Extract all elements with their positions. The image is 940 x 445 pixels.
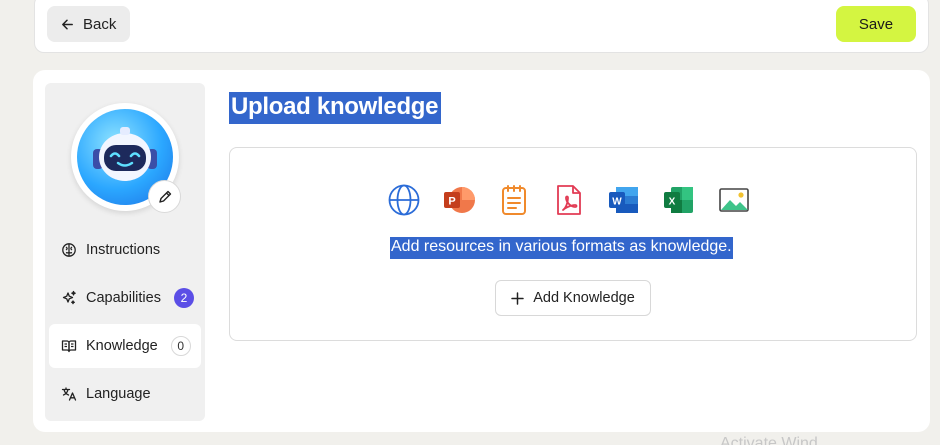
pdf-icon: [551, 182, 587, 218]
page-title: Upload knowledge: [229, 92, 442, 124]
top-bar: Back Save: [34, 0, 929, 53]
activate-windows-watermark: Activate Wind: [720, 435, 818, 445]
svg-text:W: W: [612, 197, 622, 208]
powerpoint-icon: P: [441, 182, 477, 218]
excel-icon: X: [661, 182, 697, 218]
back-label: Back: [83, 15, 117, 33]
add-knowledge-button[interactable]: Add Knowledge: [495, 280, 651, 316]
sidebar-item-language[interactable]: Language: [49, 372, 201, 416]
add-knowledge-label: Add Knowledge: [533, 290, 635, 306]
pencil-icon: [158, 190, 171, 203]
sidebar: Instructions Capabilities 2 Knowledge 0 …: [45, 83, 205, 421]
sidebar-item-label: Capabilities: [86, 290, 161, 306]
brain-icon: [62, 243, 76, 257]
translate-icon: [61, 387, 77, 401]
save-button[interactable]: Save: [836, 6, 916, 42]
arrow-left-icon: [62, 19, 73, 29]
plus-icon: [511, 291, 524, 305]
count-badge: 0: [170, 336, 191, 356]
sidebar-item-label: Language: [86, 386, 151, 402]
svg-text:P: P: [448, 196, 455, 208]
text-file-icon: [496, 182, 532, 218]
sidebar-item-instructions[interactable]: Instructions: [49, 228, 201, 272]
count-badge: 2: [173, 288, 194, 308]
word-icon: W: [606, 182, 642, 218]
sidebar-item-capabilities[interactable]: Capabilities 2: [49, 276, 201, 320]
sidebar-item-knowledge[interactable]: Knowledge 0: [49, 324, 201, 368]
main-card: Instructions Capabilities 2 Knowledge 0 …: [33, 70, 930, 432]
sidebar-item-label: Knowledge: [86, 338, 158, 354]
edit-avatar-button[interactable]: [148, 180, 181, 213]
sidebar-item-label: Instructions: [86, 242, 161, 258]
back-button[interactable]: Back: [47, 6, 130, 42]
upload-description: Add resources in various formats as know…: [390, 237, 733, 259]
image-icon: [716, 182, 752, 218]
book-icon: [61, 340, 77, 353]
sparkles-icon: [62, 290, 76, 305]
format-icons: P W X: [386, 182, 752, 218]
svg-text:X: X: [669, 197, 676, 208]
globe-icon: [386, 182, 422, 218]
upload-area: P W X Add resources in various formats a…: [229, 147, 917, 341]
